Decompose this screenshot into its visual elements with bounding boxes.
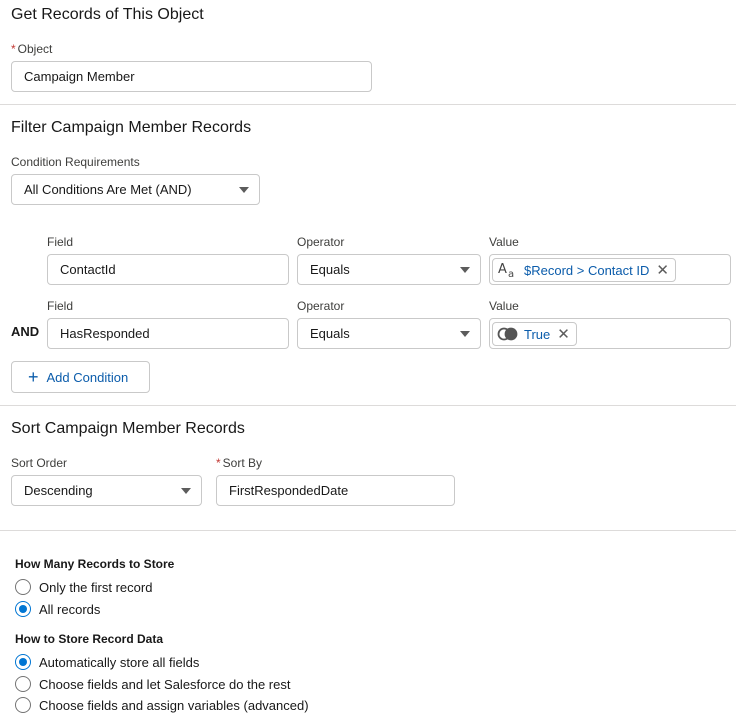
condition-2-field-input[interactable]: HasResponded xyxy=(47,318,289,349)
condition-2-field-value: HasResponded xyxy=(60,326,150,341)
value-pill-label: $Record > Contact ID xyxy=(524,262,650,278)
sort-by-input[interactable]: FirstRespondedDate xyxy=(216,475,455,506)
sort-by-value: FirstRespondedDate xyxy=(229,483,349,498)
boolean-toggle-icon xyxy=(497,327,518,341)
radio-button[interactable] xyxy=(15,579,31,595)
chevron-down-icon xyxy=(460,330,470,337)
object-label: Object xyxy=(17,42,53,56)
radio-dot xyxy=(19,658,27,666)
condition-1-value-input[interactable]: A a $Record > Contact ID ✕ xyxy=(489,254,731,285)
object-input-value: Campaign Member xyxy=(24,69,135,84)
svg-text:A: A xyxy=(498,262,507,277)
how-store-title: How to Store Record Data xyxy=(15,632,164,646)
radio-button[interactable] xyxy=(15,697,31,713)
object-input[interactable]: Campaign Member xyxy=(11,61,372,92)
sort-by-label-wrap: * Sort By xyxy=(216,456,262,470)
chevron-down-icon xyxy=(460,266,470,273)
add-condition-label: Add Condition xyxy=(46,369,129,385)
radio-button[interactable] xyxy=(15,601,31,617)
condition-2-value-input[interactable]: True ✕ xyxy=(489,318,731,349)
value-pill[interactable]: A a $Record > Contact ID ✕ xyxy=(492,258,676,282)
add-condition-button[interactable]: + Add Condition xyxy=(11,361,150,393)
section-divider xyxy=(0,530,736,531)
radio-label: Choose fields and assign variables (adva… xyxy=(39,697,309,713)
radio-dot xyxy=(19,605,27,613)
plus-icon: + xyxy=(28,367,39,387)
radio-button[interactable] xyxy=(15,676,31,692)
condition-2-operator-value: Equals xyxy=(310,326,350,341)
radio-choose-fields-assign-variables[interactable]: Choose fields and assign variables (adva… xyxy=(15,696,309,714)
condition-2-operator-select[interactable]: Equals xyxy=(297,318,481,349)
field-label: Field xyxy=(47,299,74,313)
text-type-icon: A a xyxy=(498,262,514,279)
radio-all-records[interactable]: All records xyxy=(15,600,100,618)
sort-order-select[interactable]: Descending xyxy=(11,475,202,506)
condition-1-operator-select[interactable]: Equals xyxy=(297,254,481,285)
value-pill-label: True xyxy=(524,326,551,342)
close-icon[interactable]: ✕ xyxy=(656,263,669,278)
field-label: Field xyxy=(47,235,74,249)
condition-requirements-label: Condition Requirements xyxy=(11,155,140,169)
sort-title: Sort Campaign Member Records xyxy=(11,420,245,437)
chevron-down-icon xyxy=(239,186,249,193)
object-label-wrap: * Object xyxy=(11,42,52,56)
operator-label: Operator xyxy=(297,235,345,249)
condition-1-field-value: ContactId xyxy=(60,262,116,277)
filter-title: Filter Campaign Member Records xyxy=(11,119,252,136)
required-marker: * xyxy=(216,456,221,470)
value-label: Value xyxy=(489,235,519,249)
radio-choose-fields-salesforce[interactable]: Choose fields and let Salesforce do the … xyxy=(15,675,290,693)
section-divider xyxy=(0,405,736,406)
condition-1-operator-value: Equals xyxy=(310,262,350,277)
radio-label: Automatically store all fields xyxy=(39,654,200,670)
required-marker: * xyxy=(11,42,16,56)
sort-by-label: Sort By xyxy=(222,456,263,470)
radio-auto-store-all-fields[interactable]: Automatically store all fields xyxy=(15,653,199,671)
operator-label: Operator xyxy=(297,299,345,313)
close-icon[interactable]: ✕ xyxy=(557,327,570,342)
sort-order-label: Sort Order xyxy=(11,456,68,470)
radio-only-first-record[interactable]: Only the first record xyxy=(15,578,152,596)
condition-1-field-input[interactable]: ContactId xyxy=(47,254,289,285)
how-many-title: How Many Records to Store xyxy=(15,557,175,571)
radio-button[interactable] xyxy=(15,654,31,670)
svg-text:a: a xyxy=(508,269,514,279)
condition-requirements-select[interactable]: All Conditions Are Met (AND) xyxy=(11,174,260,205)
radio-label: Choose fields and let Salesforce do the … xyxy=(39,676,291,692)
section-divider xyxy=(0,104,736,105)
get-records-title: Get Records of This Object xyxy=(11,6,204,23)
radio-label: Only the first record xyxy=(39,579,153,595)
condition-requirements-value: All Conditions Are Met (AND) xyxy=(24,182,192,197)
value-pill[interactable]: True ✕ xyxy=(492,322,577,346)
radio-label: All records xyxy=(39,601,101,617)
chevron-down-icon xyxy=(181,487,191,494)
condition-connector: AND xyxy=(11,324,40,339)
sort-order-value: Descending xyxy=(24,483,93,498)
value-label: Value xyxy=(489,299,519,313)
